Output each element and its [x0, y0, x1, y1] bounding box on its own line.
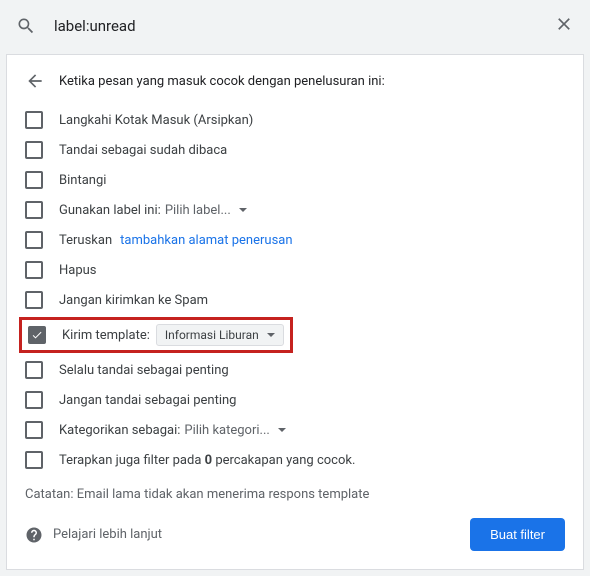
- label-apply-existing: Terapkan juga filter pada 0 percakapan y…: [59, 453, 355, 468]
- checkbox-never-important[interactable]: [25, 391, 43, 409]
- checkbox-apply-existing[interactable]: [25, 451, 43, 469]
- label-archive: Langkahi Kotak Masuk (Arsipkan): [59, 113, 253, 128]
- checkbox-always-important[interactable]: [25, 361, 43, 379]
- learn-more-link[interactable]: Pelajari lebih lanjut: [25, 526, 162, 544]
- label-never-important: Jangan tandai sebagai penting: [59, 393, 237, 408]
- label-star: Bintangi: [59, 173, 106, 188]
- checkbox-archive[interactable]: [25, 111, 43, 129]
- panel-header: Ketika pesan yang masuk cocok dengan pen…: [59, 74, 385, 89]
- chevron-down-icon: [267, 333, 275, 337]
- checkbox-never-spam[interactable]: [25, 291, 43, 309]
- checkbox-mark-read[interactable]: [25, 141, 43, 159]
- dropdown-send-template-text: Informasi Liburan: [165, 328, 259, 342]
- create-filter-button[interactable]: Buat filter: [470, 518, 565, 551]
- checkbox-send-template[interactable]: [28, 326, 46, 344]
- label-mark-read: Tandai sebagai sudah dibaca: [59, 143, 227, 158]
- checkbox-star[interactable]: [25, 171, 43, 189]
- chevron-down-icon: [239, 208, 247, 212]
- chevron-down-icon: [278, 428, 286, 432]
- clear-search-button[interactable]: [554, 14, 574, 38]
- help-icon: [25, 526, 43, 544]
- link-add-forwarding-address[interactable]: tambahkan alamat penerusan: [120, 233, 292, 248]
- back-arrow-icon[interactable]: [25, 71, 45, 91]
- search-query[interactable]: label:unread: [54, 17, 554, 35]
- label-always-important: Selalu tandai sebagai penting: [59, 363, 229, 378]
- checkbox-categorize[interactable]: [25, 421, 43, 439]
- label-categorize: Kategorikan sebagai:: [59, 423, 180, 438]
- dropdown-apply-label-text: Pilih label...: [165, 203, 231, 218]
- checkbox-delete[interactable]: [25, 261, 43, 279]
- checkbox-apply-label[interactable]: [25, 201, 43, 219]
- close-icon: [554, 14, 574, 34]
- dropdown-apply-label[interactable]: Pilih label...: [165, 203, 247, 218]
- dropdown-send-template[interactable]: Informasi Liburan: [156, 324, 284, 346]
- label-delete: Hapus: [59, 263, 97, 278]
- dropdown-categorize[interactable]: Pilih kategori...: [184, 423, 285, 438]
- filter-panel: Ketika pesan yang masuk cocok dengan pen…: [6, 54, 584, 570]
- checkbox-forward[interactable]: [25, 231, 43, 249]
- search-icon: [16, 16, 36, 36]
- label-send-template: Kirim template:: [62, 328, 150, 343]
- dropdown-categorize-text: Pilih kategori...: [184, 423, 269, 438]
- label-apply-label: Gunakan label ini:: [59, 203, 161, 218]
- label-forward: Teruskan: [59, 233, 112, 248]
- check-icon: [31, 329, 43, 341]
- label-never-spam: Jangan kirimkan ke Spam: [59, 293, 208, 308]
- search-bar: label:unread: [0, 0, 590, 52]
- highlight-send-template: Kirim template: Informasi Liburan: [19, 317, 293, 353]
- note-text: Catatan: Email lama tidak akan menerima …: [25, 487, 565, 502]
- learn-more-text: Pelajari lebih lanjut: [53, 527, 162, 542]
